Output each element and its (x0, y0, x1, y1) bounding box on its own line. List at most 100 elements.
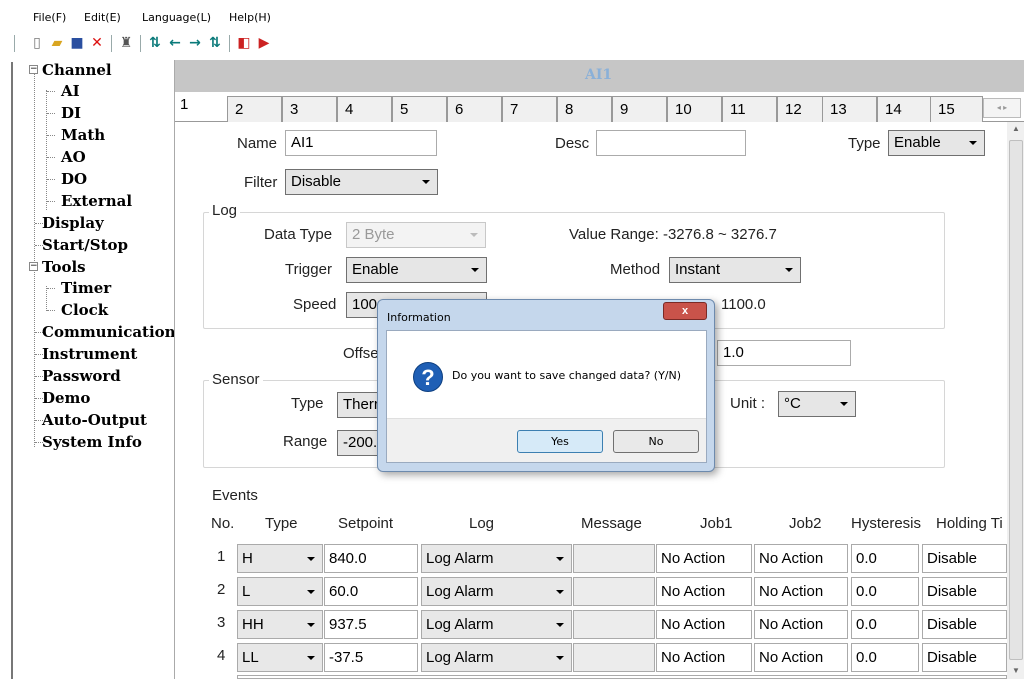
tab-11[interactable]: 11 (722, 96, 777, 122)
tree-item-ai[interactable]: AI (61, 81, 80, 101)
message-cell[interactable] (573, 610, 655, 639)
open-folder-icon[interactable]: ▰ (49, 35, 65, 51)
event-type-select[interactable]: L (237, 577, 323, 606)
tab-2[interactable]: 2 (227, 96, 282, 122)
trigger-select[interactable]: Enable (346, 257, 487, 283)
event-type-select[interactable]: LL (237, 643, 323, 672)
event-type-select[interactable]: HH (237, 610, 323, 639)
tree-item-password[interactable]: Password (42, 366, 121, 386)
tree-item-tools[interactable]: Tools (42, 257, 86, 277)
tree-item-ao[interactable]: AO (61, 147, 86, 167)
tree-item-sysinfo[interactable]: System Info (42, 432, 142, 452)
offset-field[interactable]: 1.0 (717, 340, 851, 366)
desc-field[interactable] (596, 130, 746, 156)
tab-14[interactable]: 14 (877, 96, 932, 122)
job1-cell[interactable]: No Action (656, 577, 752, 606)
log-select[interactable]: Log Alarm (421, 610, 572, 639)
tree-item-clock[interactable]: Clock (61, 300, 108, 320)
hysteresis-field[interactable]: 0.0 (851, 643, 919, 672)
export-icon[interactable]: ▶ (256, 35, 272, 51)
collapse-channel-icon[interactable]: − (29, 65, 38, 74)
message-cell[interactable] (573, 577, 655, 606)
menu-help[interactable]: Help(H) (229, 11, 271, 24)
job2-cell[interactable]: No Action (754, 610, 848, 639)
event-type-select[interactable]: H (237, 544, 323, 573)
job1-cell[interactable]: No Action (656, 643, 752, 672)
vertical-scrollbar[interactable]: ▲ ▼ (1007, 122, 1024, 679)
tree-item-do[interactable]: DO (61, 169, 87, 189)
menu-language[interactable]: Language(L) (142, 11, 211, 24)
chevron-down-icon (556, 557, 564, 561)
menu-file[interactable]: File(F) (33, 11, 66, 24)
tree-item-external[interactable]: External (61, 191, 132, 211)
tab-15[interactable]: 15 (930, 96, 983, 122)
job2-cell[interactable]: No Action (754, 643, 848, 672)
holding-cell[interactable]: Disable (922, 643, 1007, 672)
hysteresis-field[interactable]: 0.0 (851, 544, 919, 573)
scroll-up-icon[interactable]: ▲ (1012, 124, 1020, 133)
setpoint-field[interactable]: 840.0 (324, 544, 418, 573)
arrow-right-icon[interactable]: → (187, 35, 203, 51)
setpoint-field[interactable]: -37.5 (324, 643, 418, 672)
tree-item-display[interactable]: Display (42, 213, 104, 233)
arrow-left-icon[interactable]: ← (167, 35, 183, 51)
holding-cell[interactable]: Disable (922, 610, 1007, 639)
hysteresis-field[interactable]: 0.0 (851, 610, 919, 639)
job2-cell[interactable]: No Action (754, 544, 848, 573)
log-select[interactable]: Log Alarm (421, 544, 572, 573)
tab-9[interactable]: 9 (612, 96, 667, 122)
no-button[interactable]: No (613, 430, 699, 453)
job1-cell[interactable]: No Action (656, 544, 752, 573)
method-select[interactable]: Instant (669, 257, 801, 283)
scroll-down-icon[interactable]: ▼ (1012, 666, 1020, 675)
tree-item-startstop[interactable]: Start/Stop (42, 235, 128, 255)
collapse-tools-icon[interactable]: − (29, 262, 38, 271)
chevron-down-icon (470, 233, 478, 237)
tree-item-di[interactable]: DI (61, 103, 81, 123)
holding-cell[interactable]: Disable (922, 544, 1007, 573)
log-select[interactable]: Log Alarm (421, 577, 572, 606)
log-select[interactable]: Log Alarm (421, 643, 572, 672)
job2-cell[interactable]: No Action (754, 577, 848, 606)
type-select[interactable]: Enable (888, 130, 985, 156)
tab-7[interactable]: 7 (502, 96, 557, 122)
filter-select[interactable]: Disable (285, 169, 438, 195)
message-cell[interactable] (573, 544, 655, 573)
tab-scroll-arrows[interactable]: ◂ ▸ (983, 98, 1021, 118)
unit-select[interactable]: °C (778, 391, 856, 417)
toolbar-grip (14, 35, 15, 52)
download-icon[interactable]: ⇅ (147, 35, 163, 51)
users-icon[interactable]: ♜ (118, 35, 134, 51)
upload-icon[interactable]: ⇅ (207, 35, 223, 51)
tab-6[interactable]: 6 (447, 96, 502, 122)
tab-1[interactable]: 1 (175, 94, 230, 120)
scroll-thumb[interactable] (1009, 140, 1023, 660)
tab-5[interactable]: 5 (392, 96, 447, 122)
hysteresis-field[interactable]: 0.0 (851, 577, 919, 606)
close-icon[interactable]: x (663, 302, 707, 320)
message-cell[interactable] (573, 643, 655, 672)
import-icon[interactable]: ◧ (236, 35, 252, 51)
tree-item-math[interactable]: Math (61, 125, 105, 145)
tree-item-autooutput[interactable]: Auto-Output (42, 410, 147, 430)
tree-item-demo[interactable]: Demo (42, 388, 90, 408)
tab-8[interactable]: 8 (557, 96, 612, 122)
menu-edit[interactable]: Edit(E) (84, 11, 121, 24)
delete-icon[interactable]: ✕ (89, 35, 105, 51)
tab-3[interactable]: 3 (282, 96, 337, 122)
setpoint-field[interactable]: 937.5 (324, 610, 418, 639)
name-field[interactable]: AI1 (285, 130, 437, 156)
tree-item-channel[interactable]: Channel (42, 60, 112, 80)
tab-13[interactable]: 13 (822, 96, 877, 122)
tree-item-instrument[interactable]: Instrument (42, 344, 137, 364)
job1-cell[interactable]: No Action (656, 610, 752, 639)
setpoint-field[interactable]: 60.0 (324, 577, 418, 606)
holding-cell[interactable]: Disable (922, 577, 1007, 606)
tab-10[interactable]: 10 (667, 96, 722, 122)
tree-item-timer[interactable]: Timer (61, 278, 111, 298)
yes-button[interactable]: Yes (517, 430, 603, 453)
tab-4[interactable]: 4 (337, 96, 392, 122)
save-icon[interactable]: ■ (69, 35, 85, 51)
new-file-icon[interactable]: ▯ (29, 35, 45, 51)
tree-item-communication[interactable]: Communication (42, 322, 176, 342)
